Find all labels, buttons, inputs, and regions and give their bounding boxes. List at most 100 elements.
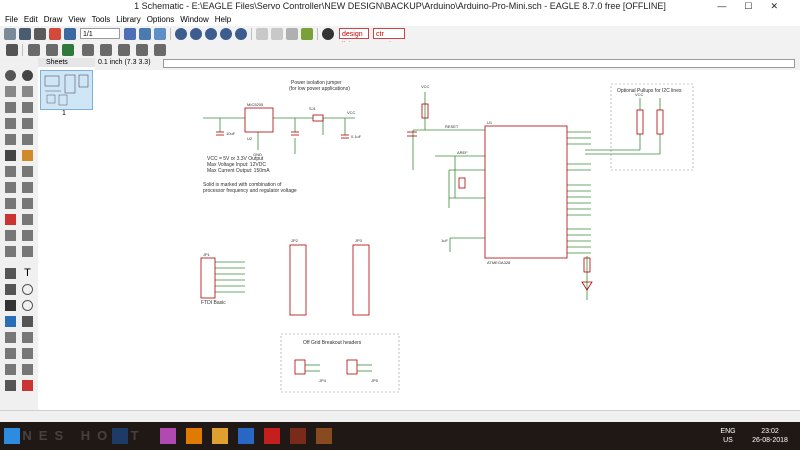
width-icon[interactable] bbox=[118, 44, 130, 56]
show-icon[interactable] bbox=[22, 70, 33, 81]
redo-icon[interactable] bbox=[271, 28, 283, 40]
word-icon[interactable] bbox=[238, 428, 254, 444]
run-icon[interactable] bbox=[139, 28, 151, 40]
text-icon[interactable]: T bbox=[22, 268, 33, 279]
menu-file[interactable]: File bbox=[0, 14, 21, 26]
wire-style-icon[interactable] bbox=[28, 44, 40, 56]
eagle-icon[interactable] bbox=[316, 428, 332, 444]
cam-icon[interactable] bbox=[49, 28, 61, 40]
label-icon[interactable] bbox=[22, 332, 33, 343]
sheet-select[interactable]: 1/1 bbox=[80, 28, 120, 39]
erc-check-icon[interactable] bbox=[5, 380, 16, 391]
minimize-button[interactable]: — bbox=[717, 1, 744, 11]
mirror-icon[interactable] bbox=[5, 118, 16, 129]
erc-icon[interactable] bbox=[5, 348, 16, 359]
pinswap-icon[interactable] bbox=[22, 166, 33, 177]
value-icon[interactable] bbox=[22, 182, 33, 193]
cut-icon[interactable] bbox=[22, 134, 33, 145]
schematic-canvas[interactable]: Power isolation jumper (for low power ap… bbox=[95, 70, 800, 410]
dimension-icon[interactable] bbox=[22, 364, 33, 375]
winrar-icon[interactable] bbox=[290, 428, 306, 444]
menu-view[interactable]: View bbox=[65, 14, 88, 26]
menu-library[interactable]: Library bbox=[113, 14, 143, 26]
style-icon[interactable] bbox=[136, 44, 148, 56]
menu-tools[interactable]: Tools bbox=[89, 14, 114, 26]
errors-icon[interactable] bbox=[22, 348, 33, 359]
frame-icon[interactable] bbox=[5, 364, 16, 375]
mark-icon[interactable] bbox=[22, 86, 33, 97]
menu-help[interactable]: Help bbox=[212, 14, 234, 26]
delete-icon[interactable] bbox=[5, 150, 16, 161]
arc-tool-icon[interactable] bbox=[22, 284, 33, 295]
maximize-button[interactable]: ☐ bbox=[744, 1, 770, 11]
zoom-fit-icon[interactable] bbox=[175, 28, 187, 40]
junction-icon[interactable] bbox=[5, 332, 16, 343]
zoom-in-icon[interactable] bbox=[190, 28, 202, 40]
gateswap-icon[interactable] bbox=[22, 230, 33, 241]
circle-tool-icon[interactable] bbox=[5, 284, 16, 295]
optimize-icon[interactable] bbox=[22, 214, 33, 225]
bend-icon[interactable] bbox=[82, 44, 94, 56]
script-icon[interactable] bbox=[124, 28, 136, 40]
rotate-icon[interactable] bbox=[22, 102, 33, 113]
net-icon[interactable] bbox=[22, 316, 33, 327]
zoom-redraw-icon[interactable] bbox=[220, 28, 232, 40]
layer-icon[interactable] bbox=[62, 44, 74, 56]
add-icon[interactable] bbox=[22, 150, 33, 161]
rect-icon[interactable] bbox=[5, 300, 16, 311]
open-icon[interactable] bbox=[4, 28, 16, 40]
save-icon[interactable] bbox=[19, 28, 31, 40]
vlc-icon[interactable] bbox=[186, 428, 202, 444]
replace-icon[interactable] bbox=[5, 166, 16, 177]
arc-icon[interactable] bbox=[154, 44, 166, 56]
autocad-icon[interactable] bbox=[264, 428, 280, 444]
miter-icon[interactable] bbox=[100, 44, 112, 56]
app-icon[interactable] bbox=[160, 428, 176, 444]
menu-options[interactable]: Options bbox=[144, 14, 178, 26]
zoom-out-icon[interactable] bbox=[205, 28, 217, 40]
label-reg-name: MIC5205 bbox=[247, 102, 264, 107]
attribute-icon[interactable] bbox=[5, 246, 16, 257]
board-icon[interactable] bbox=[64, 28, 76, 40]
menu-window[interactable]: Window bbox=[177, 14, 211, 26]
sheet-thumbnail[interactable] bbox=[40, 70, 93, 110]
change-icon[interactable] bbox=[22, 246, 33, 257]
stop-icon[interactable] bbox=[286, 28, 298, 40]
miter-tool-icon[interactable] bbox=[5, 214, 16, 225]
label-vcc-reg: VCC bbox=[347, 110, 356, 115]
clock[interactable]: 23:02 26-08-2018 bbox=[742, 427, 798, 445]
copy-icon[interactable] bbox=[22, 118, 33, 129]
design-link-button[interactable]: design link bbox=[339, 28, 369, 49]
go-icon[interactable] bbox=[301, 28, 313, 40]
tray-time: 23:02 bbox=[761, 428, 779, 435]
polygon-icon[interactable] bbox=[22, 300, 33, 311]
close-button[interactable]: ✕ bbox=[770, 1, 796, 11]
explorer-icon[interactable] bbox=[212, 428, 228, 444]
command-input[interactable] bbox=[163, 59, 795, 68]
net-class-icon[interactable] bbox=[46, 44, 58, 56]
invoke-icon[interactable] bbox=[5, 230, 16, 241]
help-icon[interactable] bbox=[322, 28, 334, 40]
bus-icon[interactable] bbox=[5, 316, 16, 327]
line-icon[interactable] bbox=[5, 268, 16, 279]
info-icon[interactable] bbox=[5, 70, 16, 81]
error-list-icon[interactable] bbox=[22, 380, 33, 391]
move-icon[interactable] bbox=[5, 102, 16, 113]
display-icon[interactable] bbox=[5, 86, 16, 97]
grid-icon[interactable] bbox=[6, 44, 18, 56]
start-icon[interactable] bbox=[4, 428, 20, 444]
menu-draw[interactable]: Draw bbox=[41, 14, 66, 26]
ulp-icon[interactable] bbox=[154, 28, 166, 40]
zoom-select-icon[interactable] bbox=[235, 28, 247, 40]
ctr-service-button[interactable]: ctr service bbox=[373, 28, 405, 49]
menu-edit[interactable]: Edit bbox=[21, 14, 41, 26]
photoshop-icon[interactable] bbox=[112, 428, 128, 444]
split-icon[interactable] bbox=[22, 198, 33, 209]
name-icon[interactable] bbox=[5, 182, 16, 193]
language-indicator[interactable]: ENG US bbox=[718, 427, 738, 445]
undo-icon[interactable] bbox=[256, 28, 268, 40]
group-icon[interactable] bbox=[5, 134, 16, 145]
sheet-number[interactable]: 1 bbox=[62, 110, 66, 117]
print-icon[interactable] bbox=[34, 28, 46, 40]
smash-icon[interactable] bbox=[5, 198, 16, 209]
